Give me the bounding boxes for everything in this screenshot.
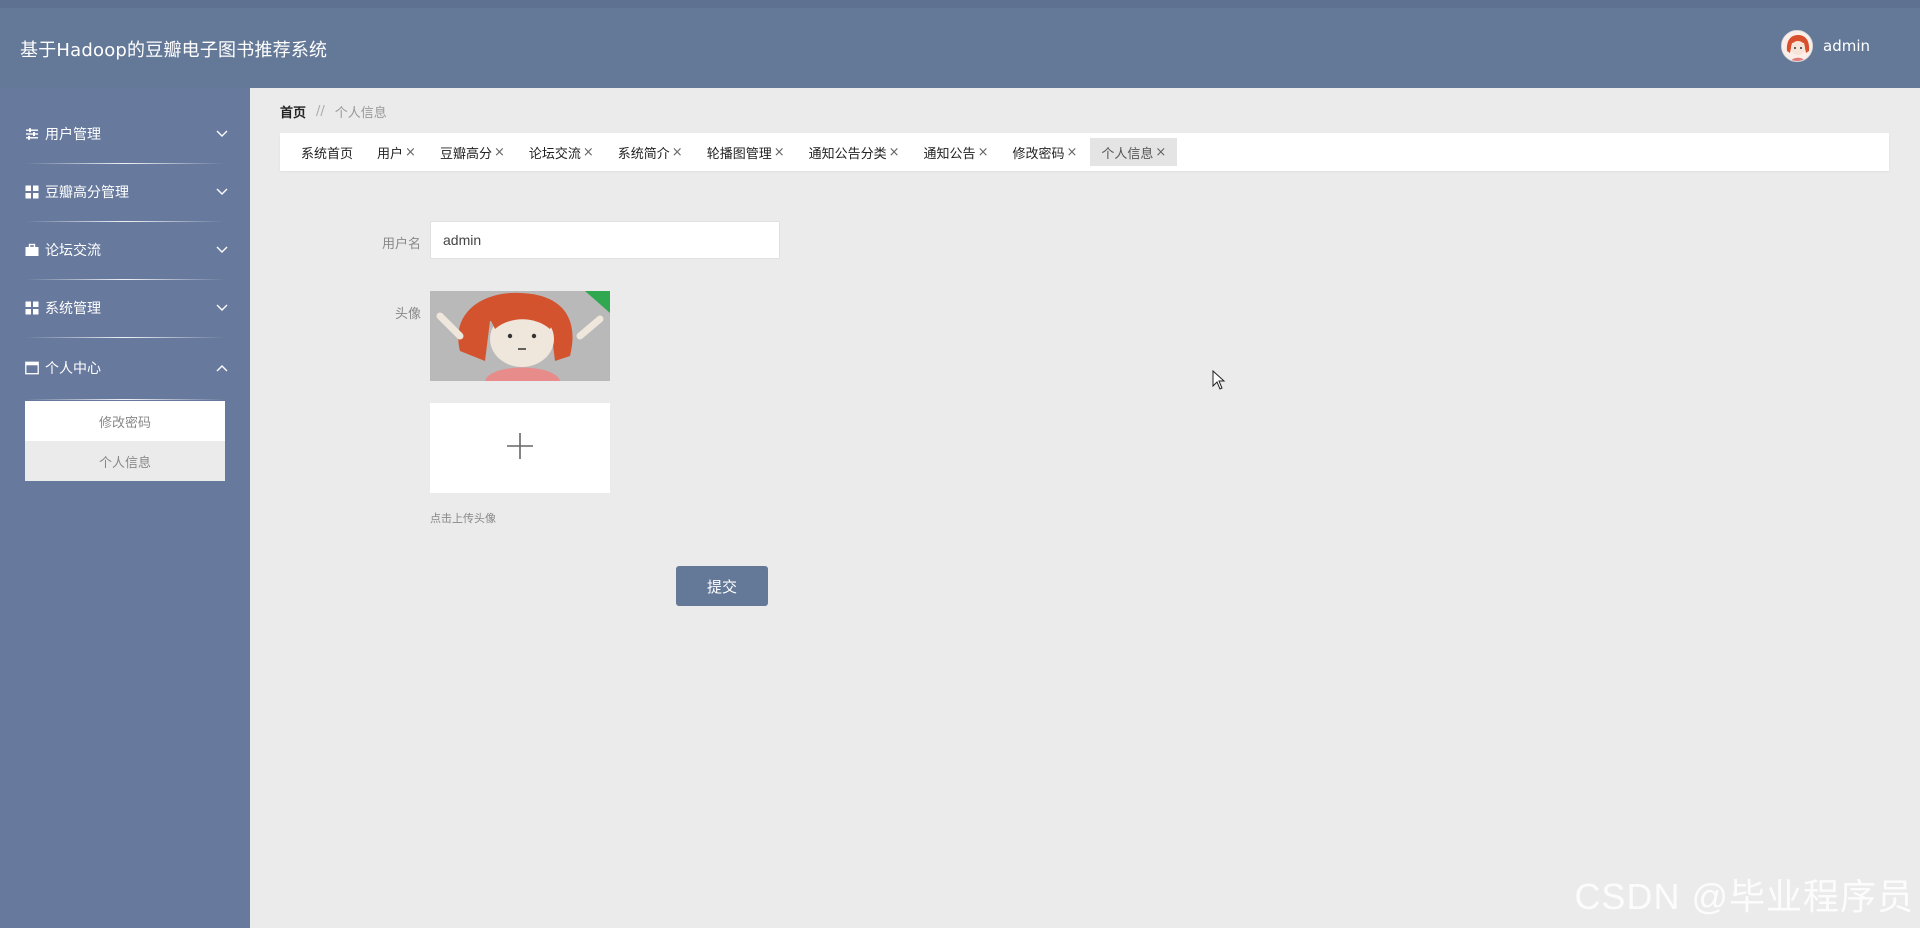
sidebar-group-label: 用户管理 bbox=[45, 127, 101, 143]
upload-tip: 点击上传头像 bbox=[430, 512, 496, 525]
close-icon[interactable]: × bbox=[889, 145, 900, 160]
close-icon[interactable]: × bbox=[774, 145, 785, 160]
tab-system-intro[interactable]: 系统简介 × bbox=[607, 138, 694, 166]
tab-notice-category[interactable]: 通知公告分类 × bbox=[798, 138, 911, 166]
tab-label: 系统简介 bbox=[617, 146, 670, 162]
sidebar-group-douban-management[interactable]: 豆瓣高分管理 bbox=[0, 164, 250, 222]
tab-douban[interactable]: 豆瓣高分 × bbox=[429, 138, 516, 166]
sidebar-group-label: 个人中心 bbox=[45, 361, 101, 377]
avatar-upload-button[interactable] bbox=[430, 403, 610, 493]
tab-label: 豆瓣高分 bbox=[439, 146, 492, 162]
close-icon[interactable]: × bbox=[583, 145, 594, 160]
tab-label: 轮播图管理 bbox=[706, 146, 772, 162]
tab-home[interactable]: 系统首页 bbox=[290, 138, 364, 166]
briefcase-icon bbox=[25, 243, 39, 257]
app-title: 基于Hadoop的豆瓣电子图书推荐系统 bbox=[20, 40, 328, 61]
username[interactable]: admin bbox=[1823, 37, 1870, 55]
tab-users[interactable]: 用户 × bbox=[366, 138, 427, 166]
submit-button[interactable]: 提交 bbox=[676, 566, 768, 606]
sidebar-group-label: 豆瓣高分管理 bbox=[45, 185, 129, 201]
tab-carousel[interactable]: 轮播图管理 × bbox=[696, 138, 796, 166]
chevron-up-icon bbox=[216, 360, 228, 376]
tab-personal-info[interactable]: 个人信息 × bbox=[1090, 138, 1178, 166]
close-icon[interactable]: × bbox=[494, 145, 505, 160]
sidebar-group-label: 系统管理 bbox=[45, 301, 101, 317]
chevron-down-icon bbox=[216, 242, 228, 258]
sidebar-item-change-password[interactable]: 修改密码 bbox=[25, 401, 225, 441]
tab-label: 个人信息 bbox=[1101, 146, 1154, 162]
username-label: 用户名 bbox=[381, 237, 421, 252]
close-icon[interactable]: × bbox=[978, 145, 989, 160]
top-header: 基于Hadoop的豆瓣电子图书推荐系统 admin bbox=[0, 0, 1920, 88]
chevron-down-icon bbox=[216, 126, 228, 142]
close-icon[interactable]: × bbox=[1066, 145, 1077, 160]
divider bbox=[25, 399, 225, 400]
close-icon[interactable]: × bbox=[1155, 145, 1166, 160]
close-icon[interactable]: × bbox=[672, 145, 683, 160]
tab-label: 通知公告分类 bbox=[808, 146, 887, 162]
tab-label: 通知公告 bbox=[923, 146, 976, 162]
breadcrumb: 首页 // 个人信息 bbox=[280, 102, 387, 121]
plus-icon bbox=[505, 431, 535, 465]
sidebar-group-personal-center[interactable]: 个人中心 bbox=[0, 338, 250, 400]
close-icon[interactable]: × bbox=[405, 145, 416, 160]
grid-icon bbox=[25, 185, 39, 199]
user-menu[interactable]: admin bbox=[1781, 30, 1870, 62]
tab-label: 系统首页 bbox=[301, 146, 354, 162]
sidebar-item-personal-info[interactable]: 个人信息 bbox=[25, 441, 225, 481]
tab-forum[interactable]: 论坛交流 × bbox=[518, 138, 605, 166]
mouse-cursor-icon bbox=[1212, 369, 1226, 394]
chevron-down-icon bbox=[216, 184, 228, 200]
grid-icon bbox=[25, 301, 39, 315]
personal-center-submenu: 修改密码 个人信息 bbox=[25, 401, 225, 481]
sidebar-group-user-management[interactable]: 用户管理 bbox=[0, 106, 250, 164]
breadcrumb-home[interactable]: 首页 bbox=[280, 102, 306, 121]
breadcrumb-separator: // bbox=[316, 104, 325, 119]
tab-notice[interactable]: 通知公告 × bbox=[913, 138, 1000, 166]
tab-bar: 系统首页 用户 × 豆瓣高分 × 论坛交流 × 系统简介 × 轮播图管理 × 通知公告分类… bbox=[280, 133, 1889, 171]
sidebar-group-label: 论坛交流 bbox=[45, 243, 101, 259]
window-icon bbox=[25, 361, 39, 375]
chevron-down-icon bbox=[216, 300, 228, 316]
main-content: 首页 // 个人信息 系统首页 用户 × 豆瓣高分 × 论坛交流 × 系统简介 × 轮播… bbox=[250, 88, 1920, 928]
tab-label: 论坛交流 bbox=[528, 146, 581, 162]
tab-label: 修改密码 bbox=[1012, 146, 1065, 162]
avatar-label: 头像 bbox=[394, 307, 421, 322]
sliders-icon bbox=[25, 127, 39, 141]
user-avatar[interactable] bbox=[1781, 30, 1813, 62]
username-field[interactable] bbox=[430, 221, 780, 259]
tab-label: 用户 bbox=[377, 146, 404, 162]
watermark: CSDN @毕业程序员 bbox=[1574, 876, 1914, 917]
sidebar-group-system-management[interactable]: 系统管理 bbox=[0, 280, 250, 338]
tab-change-password[interactable]: 修改密码 × bbox=[1001, 138, 1088, 166]
avatar-preview-image bbox=[430, 291, 610, 381]
sidebar: 用户管理 豆瓣高分管理 论坛交流 系统管理 个人中心 修改密码 个人信息 bbox=[0, 88, 250, 928]
breadcrumb-current: 个人信息 bbox=[334, 106, 387, 121]
sidebar-group-forum[interactable]: 论坛交流 bbox=[0, 222, 250, 280]
